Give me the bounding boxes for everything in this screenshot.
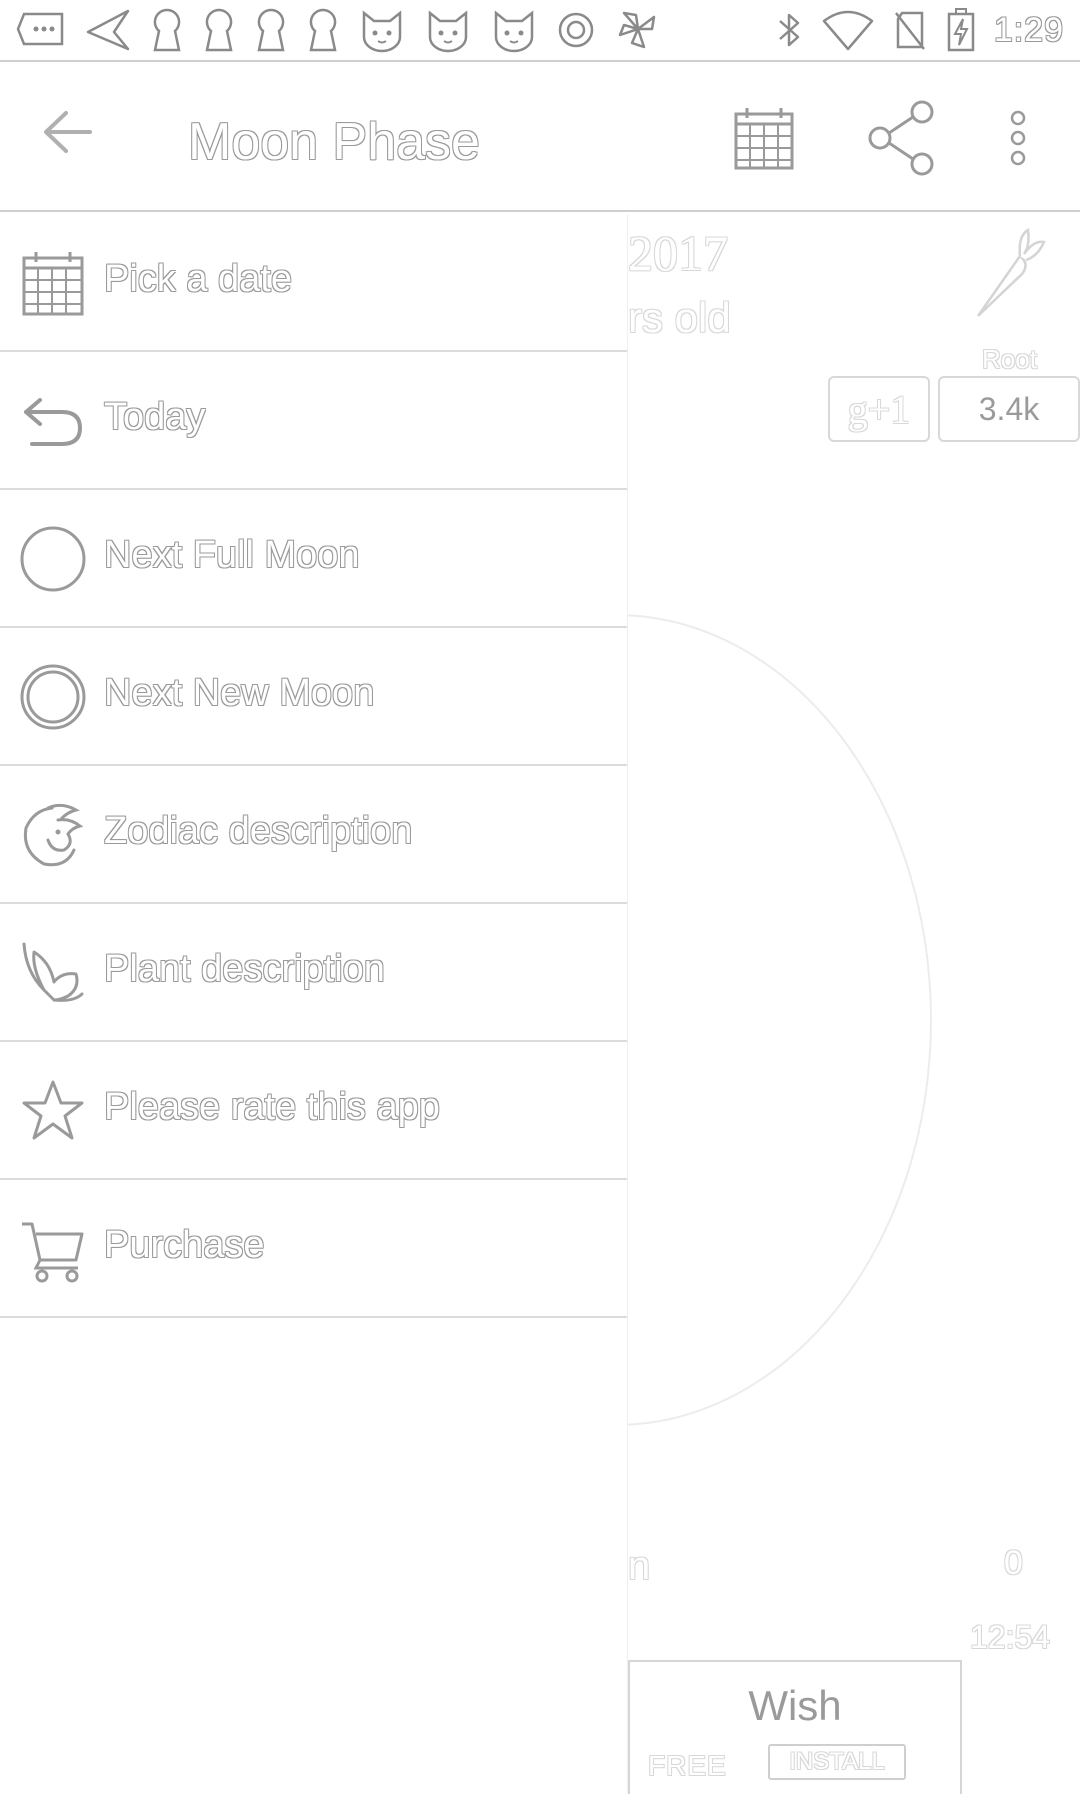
star-icon — [18, 1076, 88, 1146]
root-plant-icon — [968, 226, 1048, 326]
menu-item-next-full-moon[interactable]: Next Full Moon — [0, 490, 627, 628]
bottom-value: 0 — [1004, 1544, 1023, 1582]
keyhole-icon — [202, 7, 236, 53]
ad-free-label: FREE — [648, 1750, 727, 1781]
system-icons: 1:29 — [774, 7, 1064, 53]
back-arrow-icon[interactable] — [40, 107, 96, 157]
plant-leaf-icon — [18, 938, 88, 1008]
battery-charging-icon — [946, 7, 976, 53]
navigation-drawer: Pick a date Today Next Full Moon Next Ne… — [0, 214, 628, 1794]
keyhole-icon — [254, 7, 288, 53]
message-bubble-icon — [16, 10, 66, 50]
moon-time: 12:54 — [970, 1619, 1051, 1655]
menu-item-label: Next New Moon — [104, 672, 375, 714]
menu-item-label: Plant description — [104, 948, 385, 990]
menu-item-label: Please rate this app — [104, 1086, 440, 1128]
menu-item-label: Pick a date — [104, 258, 292, 300]
menu-item-next-new-moon[interactable]: Next New Moon — [0, 628, 627, 766]
keyhole-icon — [306, 7, 340, 53]
bluetooth-icon — [774, 9, 804, 51]
send-icon — [84, 8, 132, 52]
plant-label: Root — [982, 344, 1037, 374]
menu-item-zodiac-description[interactable]: Zodiac description — [0, 766, 627, 904]
menu-item-today[interactable]: Today — [0, 352, 627, 490]
menu-item-purchase[interactable]: Purchase — [0, 1180, 627, 1318]
circle-target-icon — [556, 10, 596, 50]
screen: 1:29 Moon Phase 2017 rs old Root g+1 3.4… — [0, 0, 1080, 1794]
gplus-count: 3.4k — [938, 376, 1080, 442]
no-sim-icon — [892, 9, 928, 51]
app-title: Moon Phase — [188, 113, 480, 171]
status-time: 1:29 — [993, 10, 1064, 49]
calendar-icon — [18, 248, 88, 318]
zodiac-bull-icon — [18, 800, 88, 870]
menu-item-rate-app[interactable]: Please rate this app — [0, 1042, 627, 1180]
menu-item-pick-date[interactable]: Pick a date — [0, 214, 627, 352]
full-moon-icon — [18, 524, 88, 594]
menu-item-plant-description[interactable]: Plant description — [0, 904, 627, 1042]
undo-arrow-icon — [18, 386, 88, 456]
gplus-button[interactable]: g+1 — [828, 376, 930, 442]
status-bar: 1:29 — [0, 0, 1080, 62]
menu-item-label: Zodiac description — [104, 810, 413, 852]
bottom-text-fragment: n — [628, 1544, 651, 1588]
menu-item-label: Today — [104, 396, 206, 438]
fan-icon — [614, 7, 662, 53]
menu-item-label: Purchase — [104, 1224, 265, 1266]
app-bar: Moon Phase — [0, 62, 1080, 212]
wifi-icon — [822, 9, 874, 51]
menu-item-label: Next Full Moon — [104, 534, 360, 576]
more-vert-icon[interactable] — [1006, 110, 1030, 166]
notification-icons — [16, 7, 662, 53]
cat-face-icon — [358, 7, 406, 53]
moon-age-text: rs old — [628, 294, 731, 341]
calendar-icon[interactable] — [733, 106, 795, 172]
year-text: 2017 — [628, 225, 728, 281]
shopping-cart-icon — [18, 1214, 88, 1284]
keyhole-icon — [150, 7, 184, 53]
new-moon-icon — [18, 662, 88, 732]
ad-banner[interactable]: Wish FREE INSTALL — [628, 1660, 962, 1794]
ad-install-button[interactable]: INSTALL — [768, 1744, 906, 1780]
cat-face-icon — [490, 7, 538, 53]
ad-title: Wish — [748, 1682, 842, 1729]
cat-face-icon — [424, 7, 472, 53]
share-icon[interactable] — [866, 100, 936, 176]
